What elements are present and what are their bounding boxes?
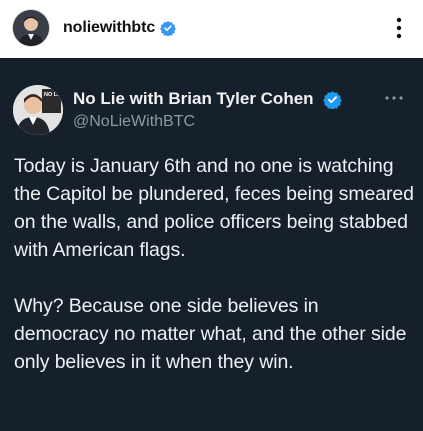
tweet-card: NO LIE No Lie with Brian Tyler Cohen @No… <box>0 58 423 431</box>
tweet-more-button[interactable] <box>383 89 405 107</box>
tweet-handle[interactable]: @NoLieWithBTC <box>73 113 195 131</box>
username-row: noliewithbtc <box>63 17 177 39</box>
tweet-paragraph: Why? Because one side believes in democr… <box>14 295 407 373</box>
avatar-badge-text: NO LIE <box>44 92 63 98</box>
verified-badge-icon <box>323 90 342 110</box>
tweet-text: Today is January 6th and no one is watch… <box>14 152 414 376</box>
profile-photo-icon: NO LIE <box>13 85 63 135</box>
username[interactable]: noliewithbtc <box>63 19 155 37</box>
tweet-name-row: No Lie with Brian Tyler Cohen <box>73 88 342 110</box>
profile-photo-icon <box>13 10 49 46</box>
instagram-post: noliewithbtc NO LIE No Lie with Brian Ty… <box>0 0 423 431</box>
more-vertical-icon <box>396 17 402 39</box>
tweet-paragraph: Today is January 6th and no one is watch… <box>14 155 414 261</box>
verified-badge-icon <box>160 20 177 37</box>
display-name[interactable]: No Lie with Brian Tyler Cohen <box>73 89 319 109</box>
tweet-avatar[interactable]: NO LIE <box>13 85 63 135</box>
more-options-button[interactable] <box>387 13 411 43</box>
more-horizontal-icon <box>385 96 403 100</box>
profile-avatar[interactable] <box>13 10 49 46</box>
post-header: noliewithbtc <box>0 0 423 58</box>
